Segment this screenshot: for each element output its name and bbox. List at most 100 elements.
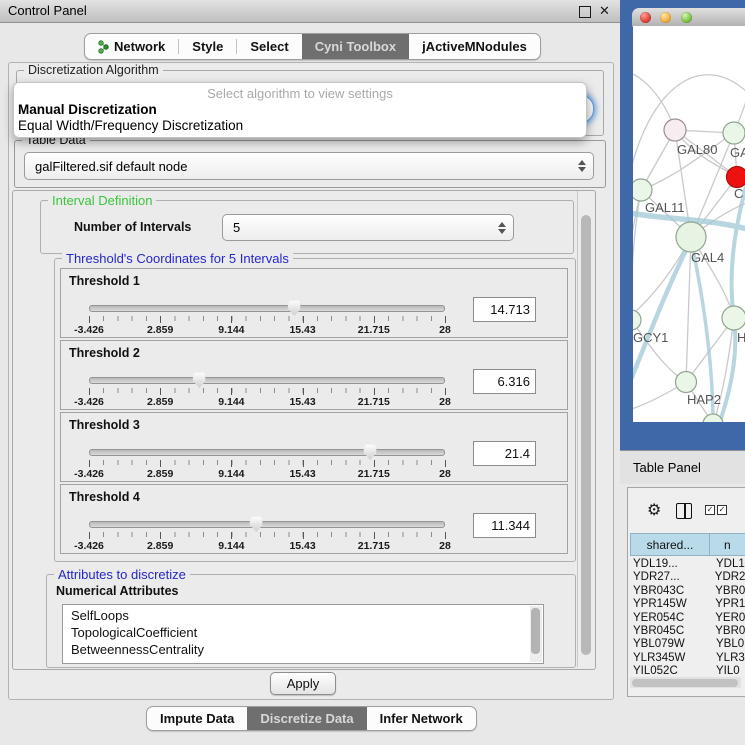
slider-track[interactable] [89, 521, 445, 528]
threshold-1-value-field[interactable]: 14.713 [473, 297, 536, 322]
threshold-2-slider[interactable]: -3.426 2.859 9.144 15.43 21.715 28 [89, 373, 445, 407]
threshold-3-value-field[interactable]: 21.4 [473, 441, 536, 466]
node-gcy1[interactable] [633, 310, 641, 330]
node-label: C [734, 186, 743, 201]
table-row[interactable]: YBR043CYBR0 [630, 585, 745, 598]
threshold-3-panel: Threshold 3 -3.426 2.859 9.144 15.43 21.… [60, 412, 568, 482]
table-horizontal-scrollbar[interactable] [630, 677, 741, 688]
numerical-attributes-label: Numerical Attributes [56, 584, 178, 598]
table-row[interactable]: YBR045CYBR0 [630, 625, 745, 638]
column-header-shared[interactable]: shared... [630, 533, 710, 556]
node-red-selected[interactable] [727, 167, 745, 188]
scrollbar-thumb[interactable] [581, 215, 591, 655]
table-row[interactable]: YDR27...YDR2 [630, 571, 745, 584]
gear-icon[interactable]: ⚙ [647, 500, 661, 520]
attributes-group-title: Attributes to discretize [54, 567, 190, 582]
popup-option-manual[interactable]: Manual Discretization [18, 102, 157, 117]
combo-stepper-icon [498, 222, 506, 234]
list-item[interactable]: SelfLoops [63, 605, 543, 624]
table-row[interactable]: YPR145WYPR1 [630, 598, 745, 611]
slider-tick-labels: -3.426 2.859 9.144 15.43 21.715 28 [89, 468, 445, 480]
node-label: GAL11 [645, 200, 685, 215]
columns-icon[interactable] [676, 503, 692, 519]
slider-minor-ticks [89, 388, 445, 393]
tab-infer-network[interactable]: Infer Network [367, 707, 476, 730]
network-icon [98, 40, 109, 54]
node-hap2[interactable] [676, 372, 697, 393]
table-data-combobox[interactable]: galFiltered.sif default node [24, 152, 594, 180]
table-row[interactable]: YBL079WYBL0 [630, 638, 745, 651]
threshold-2-value-field[interactable]: 6.316 [473, 369, 536, 394]
list-item[interactable]: TopologicalCoefficient [63, 624, 543, 641]
table-data-value: galFiltered.sif default node [35, 153, 187, 179]
list-item[interactable]: BetweennessCentrality [63, 641, 543, 658]
list-scrollbar[interactable] [530, 606, 542, 662]
table-rows: YDL19...YDL1 YDR27...YDR2 YBR043CYBR0 YP… [630, 558, 745, 678]
slider-thumb-icon[interactable] [288, 300, 301, 316]
slider-tick-labels: -3.426 2.859 9.144 15.43 21.715 28 [89, 396, 445, 408]
tab-discretize-data[interactable]: Discretize Data [247, 707, 366, 730]
slider-thumb-icon[interactable] [250, 516, 263, 532]
scrollbar-thumb[interactable] [632, 679, 738, 687]
control-panel-tabbar: Network Style Select Cyni Toolbox jActiv… [84, 33, 541, 60]
slider-thumb-icon[interactable] [193, 372, 206, 388]
node-label: HAP2 [687, 392, 721, 407]
combo-stepper-icon [578, 160, 586, 172]
algorithm-popup: Select algorithm to view settings Manual… [13, 82, 587, 138]
window-close-traffic-icon[interactable] [640, 12, 651, 23]
threshold-4-value-field[interactable]: 11.344 [473, 513, 536, 538]
network-canvas[interactable]: GAL80 GA C GAL11 GAL4 GCY1 H HAP2 [633, 26, 745, 422]
table-row[interactable]: YER054CYER0 [630, 612, 745, 625]
float-window-icon[interactable] [579, 6, 591, 18]
node-ga[interactable] [723, 122, 745, 144]
tab-network-label: Network [114, 39, 165, 54]
threshold-4-label: Threshold 4 [69, 490, 140, 504]
interval-group-title: Interval Definition [48, 193, 156, 208]
node-label: GCY1 [633, 330, 668, 345]
threshold-1-panel: Threshold 1 -3.426 2.859 9.144 15.43 21.… [60, 268, 568, 338]
scrollbar-thumb[interactable] [531, 608, 540, 654]
window-zoom-traffic-icon[interactable] [681, 12, 692, 23]
number-of-intervals-label: Number of Intervals [74, 220, 191, 234]
popup-option-equal-width[interactable]: Equal Width/Frequency Discretization [18, 118, 243, 133]
slider-track[interactable] [89, 305, 445, 312]
node-label: GA [730, 145, 745, 160]
node-label: GAL80 [677, 142, 717, 157]
checkbox-icon[interactable]: ✓ [717, 505, 727, 515]
settings-scrollbar[interactable] [577, 191, 594, 667]
number-of-intervals-value: 5 [233, 215, 240, 240]
node-gal80[interactable] [664, 119, 686, 141]
slider-thumb-icon[interactable] [364, 444, 377, 460]
threshold-3-label: Threshold 3 [69, 418, 140, 432]
node-label: H [737, 330, 745, 345]
slider-track[interactable] [89, 449, 445, 456]
table-row[interactable]: YDL19...YDL1 [630, 558, 745, 571]
tab-impute-data[interactable]: Impute Data [147, 707, 247, 730]
column-header-name[interactable]: n [709, 533, 745, 556]
tab-style[interactable]: Style [179, 34, 236, 59]
table-row[interactable]: YLR345WYLR3 [630, 652, 745, 665]
threshold-1-slider[interactable]: -3.426 2.859 9.144 15.43 21.715 28 [89, 301, 445, 335]
threshold-3-slider[interactable]: -3.426 2.859 9.144 15.43 21.715 28 [89, 445, 445, 479]
control-panel-titlebar: Control Panel ✕ [0, 0, 620, 23]
threshold-2-panel: Threshold 2 -3.426 2.859 9.144 15.43 21.… [60, 340, 568, 410]
node-gal4[interactable] [676, 222, 706, 252]
table-panel-titlebar: Table Panel [620, 450, 745, 484]
threshold-4-panel: Threshold 4 -3.426 2.859 9.144 15.43 21.… [60, 484, 568, 554]
node-h[interactable] [722, 306, 745, 330]
close-icon[interactable]: ✕ [599, 3, 610, 19]
number-of-intervals-combobox[interactable]: 5 [222, 214, 514, 241]
slider-minor-ticks [89, 460, 445, 465]
tab-cyni-toolbox[interactable]: Cyni Toolbox [302, 34, 409, 59]
popup-hint: Select algorithm to view settings [14, 86, 586, 101]
tab-jactivemnodules[interactable]: jActiveMNodules [409, 34, 540, 59]
threshold-4-slider[interactable]: -3.426 2.859 9.144 15.43 21.715 28 [89, 517, 445, 551]
attributes-list[interactable]: SelfLoops TopologicalCoefficient Between… [62, 604, 544, 664]
tab-select[interactable]: Select [237, 34, 301, 59]
tab-network[interactable]: Network [85, 34, 178, 59]
window-minimize-traffic-icon[interactable] [660, 12, 671, 23]
apply-button[interactable]: Apply [270, 672, 336, 695]
node-gal11[interactable] [633, 179, 652, 201]
slider-track[interactable] [89, 377, 445, 384]
checkbox-icon[interactable]: ✓ [705, 505, 715, 515]
